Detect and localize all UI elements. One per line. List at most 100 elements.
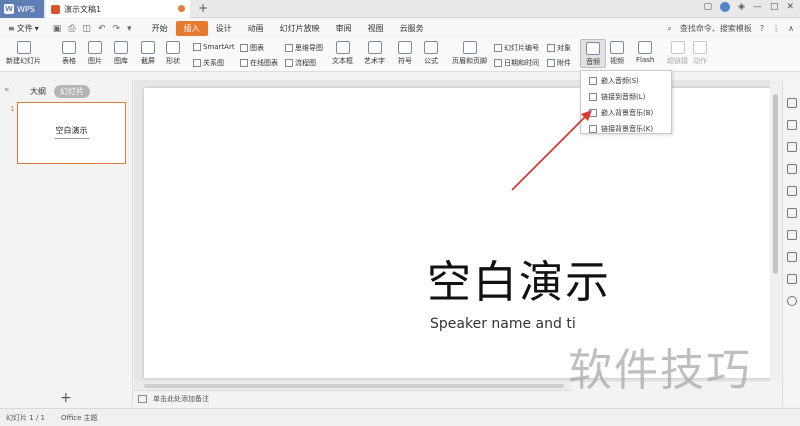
calendar-icon xyxy=(494,59,502,67)
embed-background-music-item[interactable]: 嵌入背景音乐(B) xyxy=(581,105,671,121)
flash-button[interactable]: Flash xyxy=(636,41,654,64)
flowchart-button[interactable]: 流程图 xyxy=(285,58,316,68)
wps-home-tab[interactable]: W WPS xyxy=(0,0,44,18)
close-button[interactable]: ✕ xyxy=(786,2,794,12)
document-tab[interactable]: 演示文稿1 xyxy=(46,0,190,18)
help-icon[interactable]: ? xyxy=(760,24,764,33)
speaker-icon xyxy=(586,42,600,55)
image-button[interactable]: 图片 xyxy=(88,41,102,66)
tab-slides[interactable]: 幻灯片 xyxy=(54,85,90,98)
gallery-icon xyxy=(114,41,128,54)
close-tab-icon[interactable] xyxy=(178,5,185,12)
history-icon[interactable] xyxy=(787,274,797,284)
maximize-button[interactable]: □ xyxy=(770,2,779,12)
collapse-ribbon-icon[interactable]: ∧ xyxy=(788,24,794,33)
undo-icon[interactable]: ↶ xyxy=(98,24,106,34)
collapse-pane-icon[interactable]: « xyxy=(4,85,10,95)
symbol-label: 符号 xyxy=(398,57,412,65)
attachment-label: 附件 xyxy=(557,59,571,67)
format-icon[interactable] xyxy=(787,98,797,108)
object-button[interactable]: 对象 xyxy=(547,43,571,53)
vertical-scrollbar[interactable] xyxy=(770,80,782,382)
horizontal-scrollbar[interactable] xyxy=(134,382,570,390)
video-button[interactable]: 视频 xyxy=(610,41,624,66)
table-button[interactable]: 表格 xyxy=(62,41,76,66)
presentation-icon xyxy=(51,4,60,14)
smartart-icon xyxy=(193,43,201,51)
shape-panel-icon[interactable] xyxy=(787,142,797,152)
header-footer-button[interactable]: 页眉和页脚 xyxy=(452,41,487,66)
file-menu[interactable]: ≡ 文件 ▾ xyxy=(8,23,39,34)
share-icon[interactable] xyxy=(787,252,797,262)
textbox-button[interactable]: 文本框 xyxy=(332,41,353,66)
video-label: 视频 xyxy=(610,57,624,65)
wps-logo-icon: W xyxy=(4,4,14,14)
template-icon[interactable] xyxy=(787,230,797,240)
file-menu-label: 文件 xyxy=(16,24,33,33)
main-menus: 开始 插入 设计 动画 幻灯片放映 审阅 视图 云服务 xyxy=(144,21,432,36)
menu-insert[interactable]: 插入 xyxy=(175,21,208,36)
formula-button[interactable]: 公式 xyxy=(424,41,438,66)
window-controls: ▢ ◈ — □ ✕ xyxy=(704,2,794,12)
shape-button[interactable]: 形状 xyxy=(166,41,180,66)
slide-title[interactable]: 空白演示 xyxy=(427,246,611,310)
link-audio-item[interactable]: 链接到音频(L) xyxy=(581,89,671,105)
minimize-button[interactable]: — xyxy=(753,2,762,12)
menu-home[interactable]: 开始 xyxy=(144,21,176,36)
menu-slideshow[interactable]: 幻灯片放映 xyxy=(272,21,328,36)
wordart-label: 艺术字 xyxy=(364,57,385,65)
embed-audio-item[interactable]: 嵌入音频(S) xyxy=(581,73,671,89)
horizontal-scroll-thumb[interactable] xyxy=(144,384,564,388)
datetime-button[interactable]: 日期和时间 xyxy=(494,58,539,68)
pane-tabs: 大纲 幻灯片 xyxy=(30,85,90,98)
symbol-button[interactable]: 符号 xyxy=(398,41,412,66)
customize-icon[interactable]: ▾ xyxy=(127,24,132,34)
animation-icon[interactable] xyxy=(787,186,797,196)
mindmap-button[interactable]: 思维导图 xyxy=(285,43,323,53)
new-tab-button[interactable]: + xyxy=(198,1,208,15)
avatar[interactable] xyxy=(720,2,731,12)
audio-label: 音频 xyxy=(586,58,600,66)
menu-cloud[interactable]: 云服务 xyxy=(392,21,432,36)
print-icon[interactable]: ⎙ xyxy=(68,24,75,34)
online-chart-button[interactable]: 在线图表 xyxy=(240,58,278,68)
menu-animation[interactable]: 动画 xyxy=(240,21,272,36)
select-icon[interactable] xyxy=(787,120,797,130)
add-slide-button[interactable]: + xyxy=(60,390,72,406)
new-slide-button[interactable]: 新建幻灯片 xyxy=(6,41,41,66)
command-search[interactable]: 查找命令、搜索模板 xyxy=(680,23,752,34)
slide-subtitle[interactable]: Speaker name and ti xyxy=(430,316,576,332)
notes-area[interactable]: 单击此处添加备注 xyxy=(134,390,574,406)
slide-thumbnail[interactable]: 空白演示 xyxy=(17,102,126,164)
tab-outline[interactable]: 大纲 xyxy=(30,86,46,97)
screen-icon[interactable]: ▢ xyxy=(704,2,713,12)
transition-icon[interactable] xyxy=(787,208,797,218)
table-label: 表格 xyxy=(62,57,76,65)
menu-review[interactable]: 审阅 xyxy=(328,21,360,36)
menu-view[interactable]: 视图 xyxy=(360,21,392,36)
chart-button[interactable]: 图表 xyxy=(240,43,264,53)
relation-icon xyxy=(193,59,201,67)
screenshot-button[interactable]: 截屏 xyxy=(141,41,155,66)
vertical-scroll-thumb[interactable] xyxy=(773,94,778,274)
save-icon[interactable]: ▣ xyxy=(53,24,62,34)
preview-icon[interactable]: ◫ xyxy=(82,24,91,34)
smartart-button[interactable]: SmartArt xyxy=(193,43,235,51)
settings-icon[interactable] xyxy=(787,164,797,174)
gallery-button[interactable]: 图库 xyxy=(114,41,128,66)
relation-button[interactable]: 关系图 xyxy=(193,58,224,68)
notes-placeholder: 单击此处添加备注 xyxy=(153,394,209,403)
audio-button[interactable]: 音频 xyxy=(580,39,606,68)
screenshot-label: 截屏 xyxy=(141,57,155,65)
skin-icon[interactable]: ◈ xyxy=(738,2,745,12)
slide-number-button[interactable]: 幻灯片编号 xyxy=(494,43,539,53)
more-icon[interactable]: ⋮ xyxy=(772,24,780,33)
wordart-button[interactable]: 艺术字 xyxy=(364,41,385,66)
hyperlink-button[interactable]: 超链接 xyxy=(667,41,688,66)
attachment-button[interactable]: 附件 xyxy=(547,58,571,68)
redo-icon[interactable]: ↷ xyxy=(113,24,121,34)
link-background-music-item[interactable]: 链接背景音乐(K) xyxy=(581,121,671,137)
action-button[interactable]: 动作 xyxy=(693,41,707,66)
menu-design[interactable]: 设计 xyxy=(208,21,240,36)
help-circle-icon[interactable] xyxy=(787,296,797,306)
